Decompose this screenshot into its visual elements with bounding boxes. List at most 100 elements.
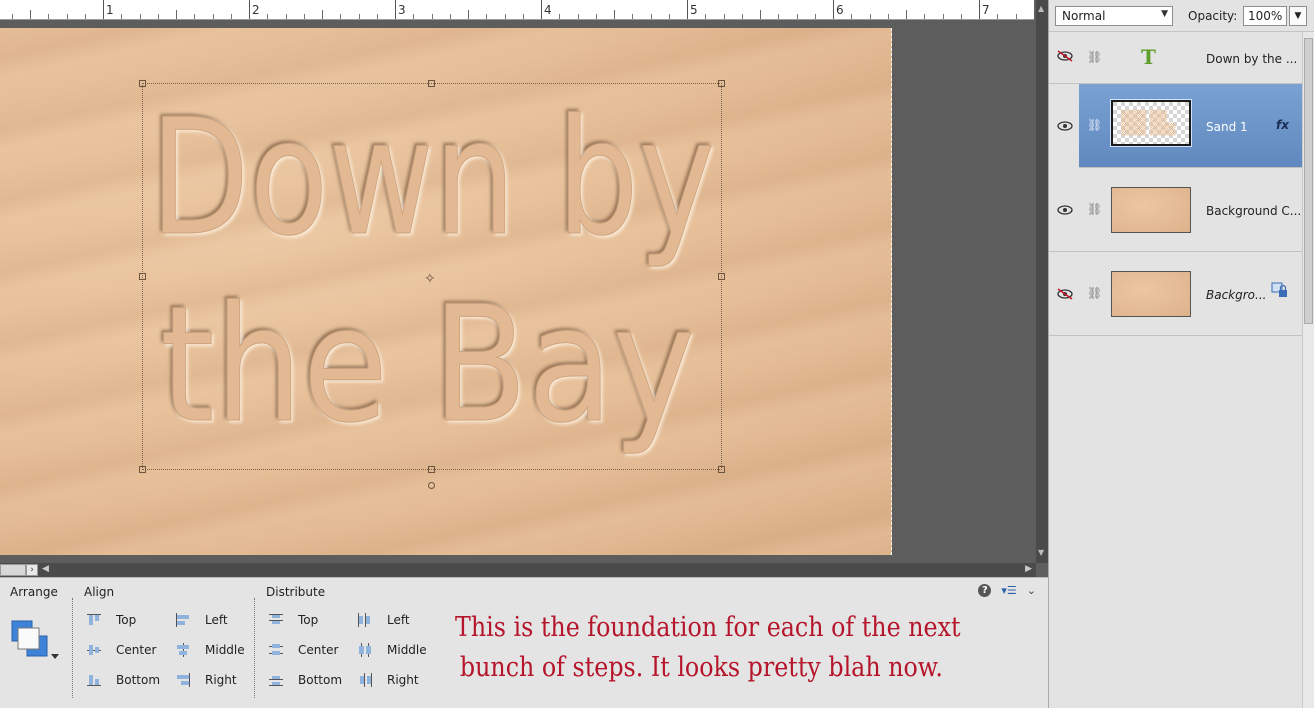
transform-handle[interactable] (718, 466, 725, 473)
ruler-minor-tick (194, 14, 196, 19)
align-left-label: Left (205, 613, 228, 627)
layer-row-background-copy[interactable]: ⛓ Background C... (1049, 168, 1303, 252)
rotate-handle[interactable] (428, 482, 435, 489)
horizontal-scrollbar[interactable]: › ◀ ▶ (0, 563, 1036, 577)
scroll-down-icon[interactable]: ▼ (1038, 548, 1044, 557)
horizontal-ruler[interactable]: 1 2 3 4 5 6 7 (0, 0, 1034, 20)
layer-name: Backgro... (1206, 288, 1267, 302)
scroll-up-icon[interactable]: ▲ (1038, 4, 1044, 13)
document-canvas[interactable]: Down by the Bay ✧ (0, 28, 892, 555)
transform-handle[interactable] (428, 80, 435, 87)
layer-row-background[interactable]: ⛓ Backgro... (1049, 252, 1303, 336)
hidden-eye-icon[interactable] (1057, 288, 1073, 300)
vertical-scrollbar[interactable]: ▲ ▼ (1036, 0, 1048, 563)
transform-handle[interactable] (139, 466, 146, 473)
collapse-chevron-icon[interactable]: ⌄ (1027, 584, 1036, 597)
link-icon[interactable]: ⛓ (1087, 286, 1102, 300)
ruler-minor-tick (358, 14, 360, 19)
distribute-left-label: Left (387, 613, 410, 627)
divider (72, 598, 73, 698)
transform-handle[interactable] (718, 273, 725, 280)
ruler-minor-tick (303, 14, 305, 19)
expand-arrow-icon[interactable]: › (26, 564, 38, 576)
arrange-icon[interactable] (11, 620, 61, 660)
ruler-minor-tick (887, 14, 889, 19)
ruler-minor-tick (176, 10, 177, 19)
align-top-label: Top (116, 613, 137, 627)
blend-mode-select[interactable]: Normal ▼ (1055, 6, 1173, 26)
ruler-minor-tick (632, 14, 634, 19)
ruler-minor-tick (851, 14, 853, 19)
ruler-minor-tick (84, 14, 86, 19)
ruler-minor-tick (650, 14, 652, 19)
ruler-minor-tick (796, 14, 798, 19)
align-center-button[interactable]: Center (86, 643, 156, 657)
eye-icon[interactable] (1057, 204, 1073, 216)
ruler-number: 6 (836, 3, 844, 17)
ruler-minor-tick (595, 14, 597, 19)
lock-icon[interactable] (1271, 282, 1289, 298)
ruler-number: 5 (690, 3, 698, 17)
transform-handle[interactable] (139, 80, 146, 87)
ruler-minor-tick (668, 14, 670, 19)
distribute-label: Distribute (266, 585, 326, 599)
pivot-point-icon[interactable]: ✧ (424, 271, 436, 287)
ruler-minor-tick (139, 14, 141, 19)
align-right-button[interactable]: Right (175, 673, 237, 687)
transform-handle[interactable] (718, 80, 725, 87)
layer-row-text[interactable]: ⛓ T Down by the ... (1049, 32, 1303, 84)
options-bar-controls: ? ▾☰ ⌄ (978, 584, 1036, 597)
help-icon[interactable]: ? (978, 584, 992, 597)
ruler-minor-tick (741, 14, 743, 19)
scroll-right-icon[interactable]: ▶ (1025, 564, 1032, 574)
distribute-bottom-label: Bottom (298, 673, 343, 687)
align-bottom-button[interactable]: Bottom (86, 673, 160, 687)
distribute-right-button[interactable]: Right (357, 673, 419, 687)
ruler-minor-tick (942, 14, 944, 19)
layers-scrollbar[interactable] (1302, 32, 1314, 708)
link-icon[interactable]: ⛓ (1087, 118, 1102, 132)
ruler-minor-tick (559, 14, 561, 19)
layers-panel-header: Normal ▼ Opacity: 100% ▼ (1049, 0, 1314, 32)
align-middle-button[interactable]: Middle (175, 643, 245, 657)
ruler-minor-tick (997, 14, 999, 19)
distribute-center-icon (269, 644, 283, 655)
align-left-button[interactable]: Left (175, 613, 228, 627)
opacity-dropdown-icon[interactable]: ▼ (1289, 6, 1307, 26)
scrollbar-thumb[interactable] (0, 564, 26, 576)
distribute-left-button[interactable]: Left (357, 613, 410, 627)
options-menu-icon[interactable]: ▾☰ (1001, 584, 1016, 597)
distribute-middle-icon (359, 643, 371, 657)
ruler-major-tick (833, 0, 834, 19)
opacity-input[interactable]: 100% (1243, 6, 1287, 26)
distribute-center-button[interactable]: Center (268, 643, 338, 657)
distribute-bottom-button[interactable]: Bottom (268, 673, 342, 687)
align-middle-label: Middle (205, 643, 245, 657)
link-icon[interactable]: ⛓ (1087, 202, 1102, 216)
layer-row-sand-1[interactable]: ⛓ ▒▒▒ ▒▒ ▒▒▒ ▒▒▒ Sand 1 fx (1049, 84, 1303, 168)
align-center-label: Center (116, 643, 157, 657)
ruler-number: 4 (544, 3, 552, 17)
ruler-minor-tick (449, 14, 451, 19)
thumbnail-preview: ▒▒▒ ▒▒ ▒▒▒ ▒▒▒ (1121, 110, 1176, 136)
link-icon[interactable]: ⛓ (1087, 50, 1102, 64)
align-bottom-label: Bottom (116, 673, 161, 687)
text-layer-icon: T (1141, 45, 1156, 69)
fx-icon[interactable]: fx (1276, 118, 1289, 132)
scrollbar-thumb[interactable] (1304, 38, 1313, 324)
scroll-left-icon[interactable]: ◀ (42, 564, 49, 574)
distribute-middle-button[interactable]: Middle (357, 643, 427, 657)
ruler-minor-tick (340, 14, 342, 19)
ruler-minor-tick (486, 14, 488, 19)
eye-icon[interactable] (1057, 120, 1073, 132)
tool-options-bar: Arrange Align Top Center Bottom Left Mid… (0, 577, 1048, 708)
ruler-minor-tick (431, 14, 433, 19)
transform-handle[interactable] (428, 466, 435, 473)
caption-line-2: bunch of steps. It looks pretty blah now… (459, 652, 943, 683)
layer-thumbnail (1111, 187, 1191, 233)
canvas-area[interactable]: Down by the Bay ✧ (0, 20, 1036, 563)
transform-handle[interactable] (139, 273, 146, 280)
distribute-top-button[interactable]: Top (268, 613, 318, 627)
align-top-button[interactable]: Top (86, 613, 136, 627)
hidden-eye-icon[interactable] (1057, 50, 1073, 62)
